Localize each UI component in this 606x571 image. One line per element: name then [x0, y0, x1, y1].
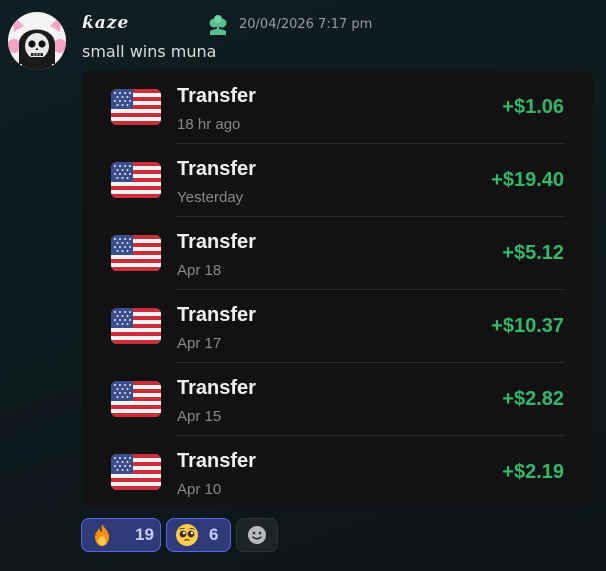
transfer-row: Transfer Yesterday +$19.40 [82, 144, 593, 217]
transfer-title: Transfer [177, 231, 256, 253]
transfer-amount: +$5.12 [502, 242, 564, 264]
transfer-amount: +$2.19 [502, 461, 564, 483]
transfer-list-image[interactable]: Transfer 18 hr ago +$1.06 Transfer Yeste… [82, 71, 593, 507]
transfer-amount: +$19.40 [491, 169, 564, 191]
transfer-date: Apr 17 [177, 335, 222, 352]
message-text: small wins muna [82, 42, 217, 61]
pleading-face-emoji-icon [176, 524, 198, 546]
transfer-row: Transfer 18 hr ago +$1.06 [82, 71, 593, 144]
transfer-title: Transfer [177, 158, 256, 180]
reaction-count: 19 [135, 525, 154, 544]
us-flag-icon [111, 308, 161, 344]
transfer-date: 18 hr ago [177, 116, 241, 133]
transfer-title: Transfer [177, 377, 256, 399]
skull-avatar-icon [8, 12, 66, 70]
transfer-title: Transfer [177, 85, 256, 107]
us-flag-icon [111, 235, 161, 271]
transfer-row: Transfer Apr 15 +$2.82 [82, 363, 593, 436]
transfer-amount: +$10.37 [491, 315, 564, 337]
fire-emoji-icon [95, 524, 109, 546]
message-author[interactable]: ƙaze [82, 13, 129, 33]
transfer-amount: +$2.82 [502, 388, 564, 410]
transfer-row: Transfer Apr 10 +$2.19 [82, 436, 593, 507]
us-flag-icon [111, 89, 161, 125]
pleading-face-reaction-button[interactable]: 6 [166, 518, 231, 552]
us-flag-icon [111, 381, 161, 417]
transfer-date: Apr 10 [177, 481, 222, 498]
transfer-date: Yesterday [177, 189, 244, 206]
user-avatar[interactable] [8, 12, 66, 70]
transfer-date: Apr 15 [177, 408, 222, 425]
reaction-count: 6 [209, 525, 219, 544]
add-reaction-smiley-icon [248, 526, 266, 544]
message-timestamp: 20/04/2026 7:17 pm [239, 17, 373, 32]
us-flag-icon [111, 454, 161, 490]
transfer-title: Transfer [177, 450, 256, 472]
add-reaction-button[interactable] [236, 518, 278, 552]
transfer-amount: +$1.06 [502, 96, 564, 118]
clover-badge-icon [206, 14, 230, 38]
us-flag-icon [111, 162, 161, 198]
transfer-date: Apr 18 [177, 262, 222, 279]
transfer-title: Transfer [177, 304, 256, 326]
transfer-row: Transfer Apr 17 +$10.37 [82, 290, 593, 363]
fire-reaction-button[interactable]: 19 [81, 518, 161, 552]
transfer-row: Transfer Apr 18 +$5.12 [82, 217, 593, 290]
